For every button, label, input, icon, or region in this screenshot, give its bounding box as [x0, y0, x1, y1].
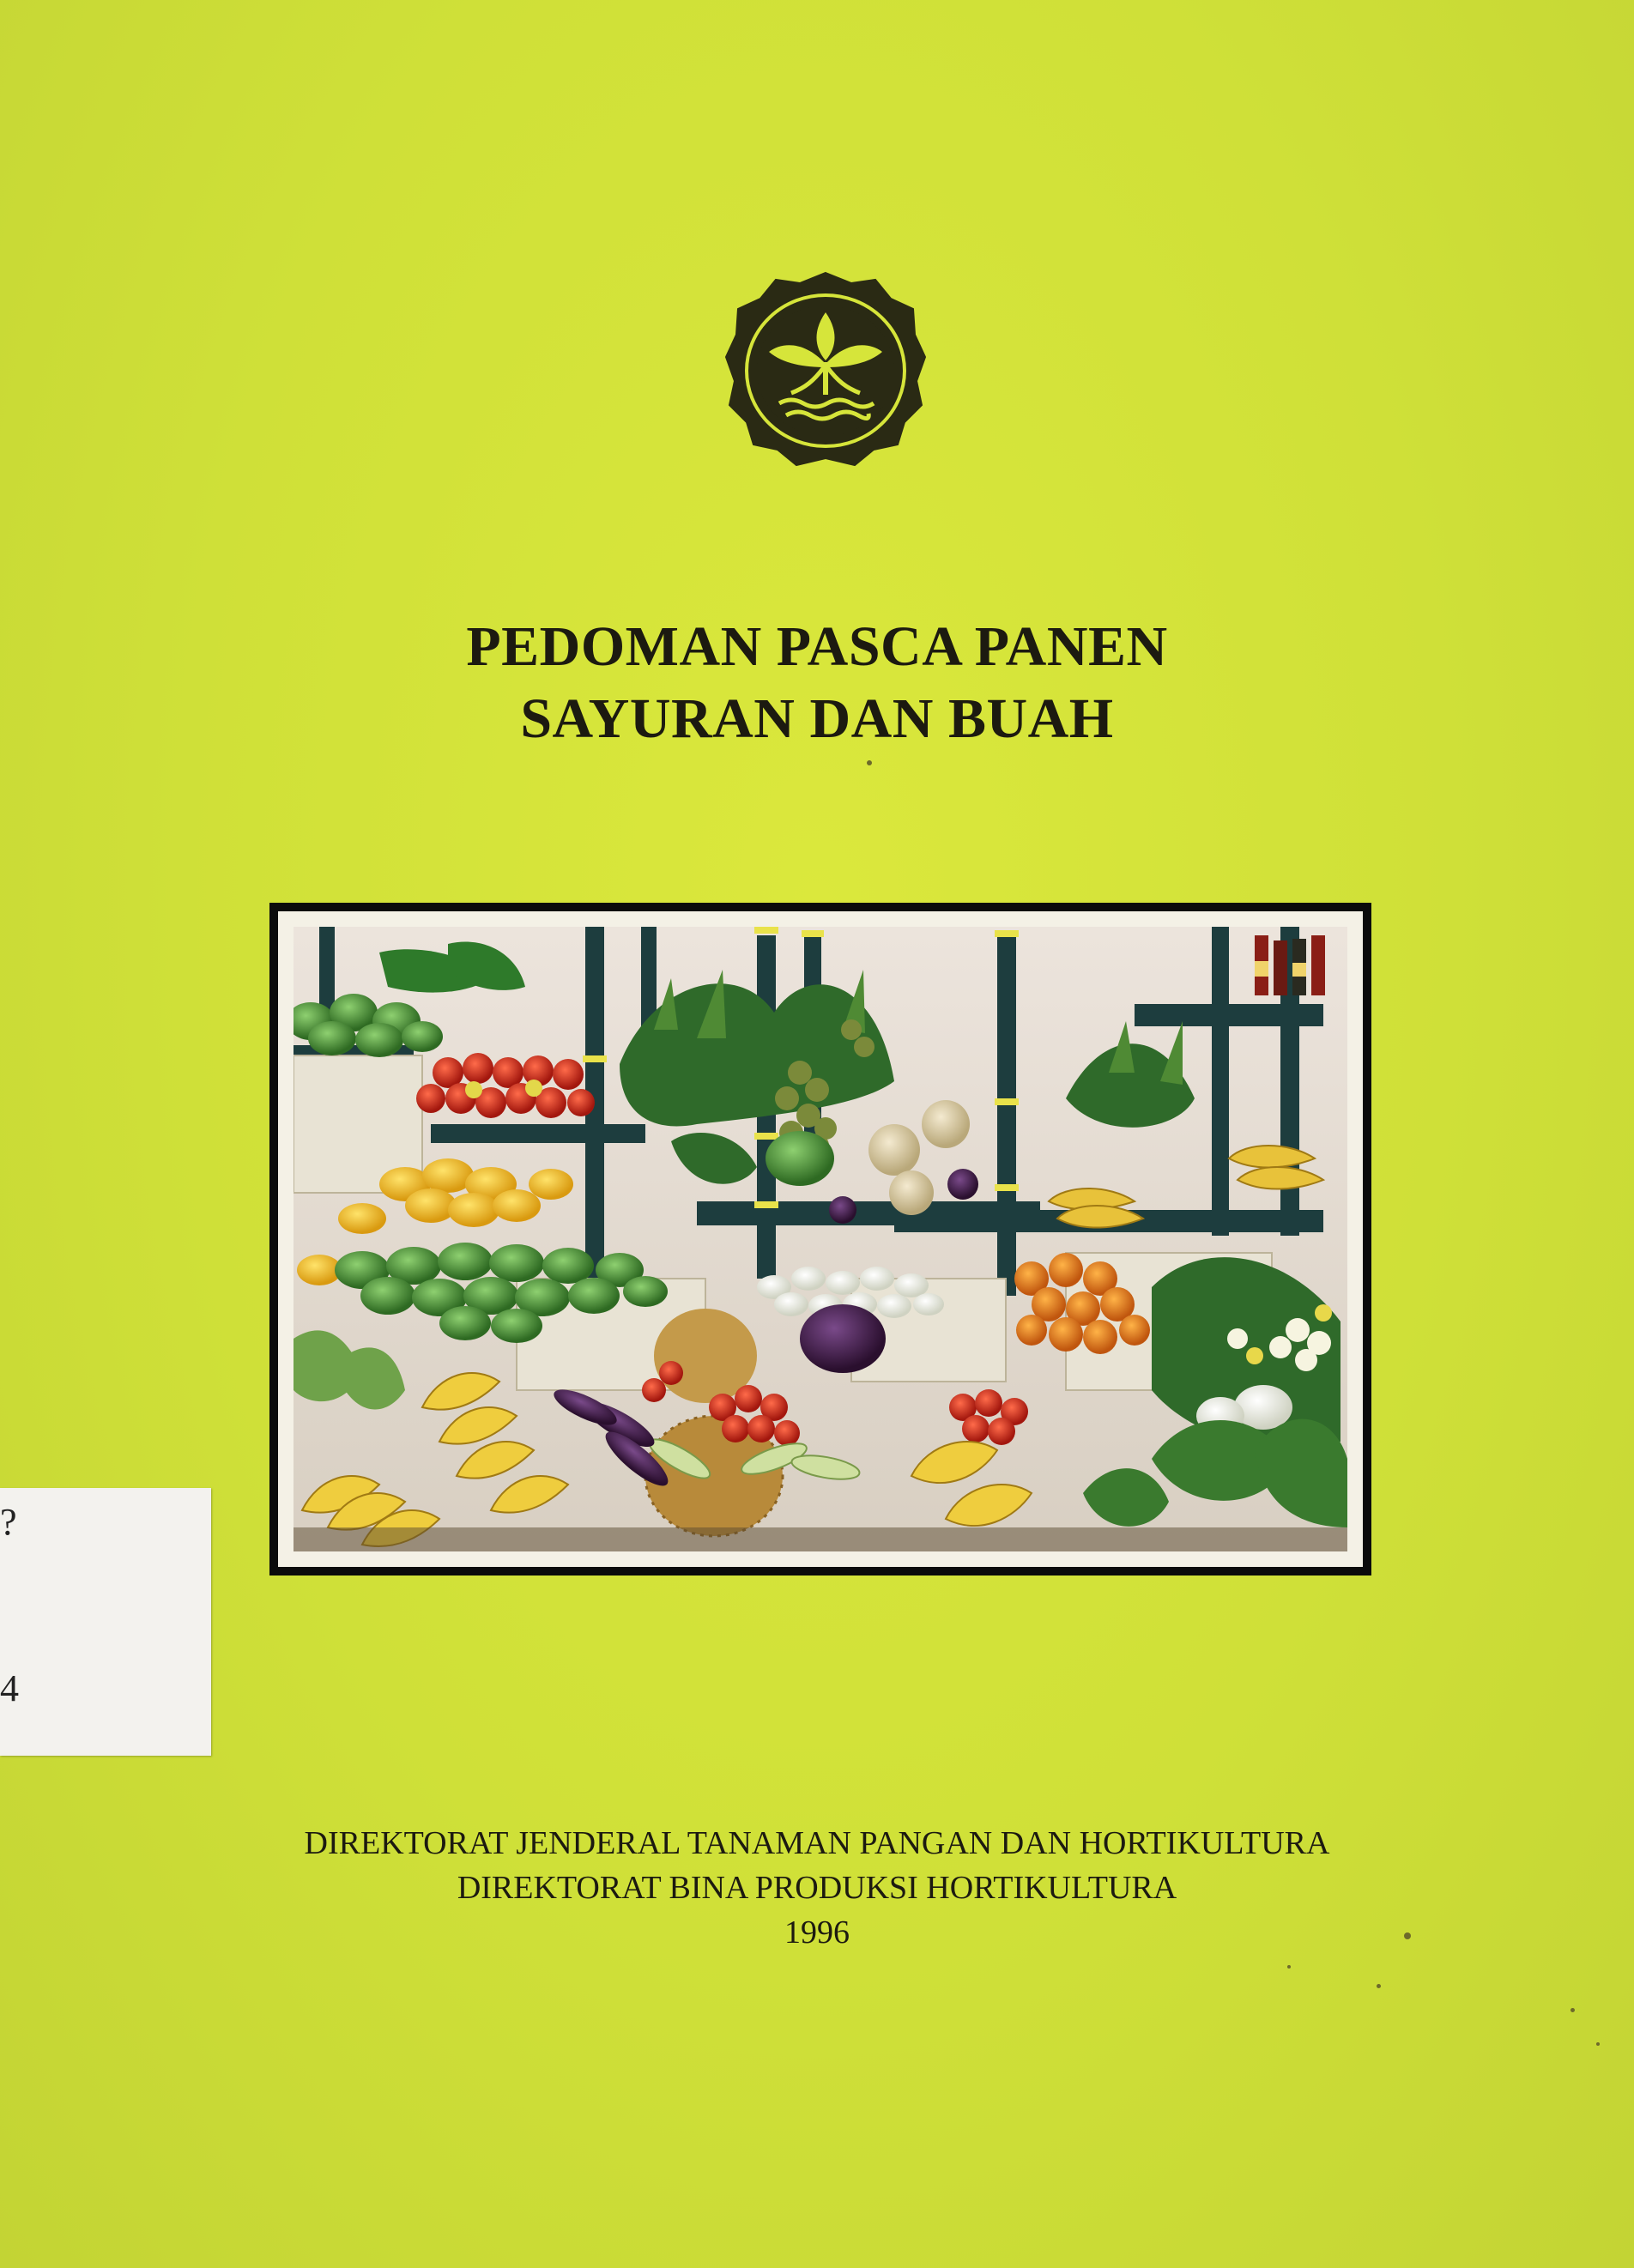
speck: [1570, 2008, 1575, 2012]
emblem-icon: [724, 271, 927, 467]
speck: [1377, 1984, 1381, 1988]
library-label-line-1: ?: [0, 1501, 17, 1543]
title-line-1: PEDOMAN PASCA PANEN: [466, 615, 1168, 678]
publisher-line-1: DIREKTORAT JENDERAL TANAMAN PANGAN DAN H…: [304, 1825, 1330, 1861]
speck: [1287, 1965, 1291, 1969]
speck: [1404, 1932, 1411, 1939]
speck: [867, 760, 872, 765]
publisher-block: DIREKTORAT JENDERAL TANAMAN PANGAN DAN H…: [0, 1821, 1634, 1955]
title-line-2: SAYURAN DAN BUAH: [520, 687, 1114, 750]
cover-title: PEDOMAN PASCA PANEN SAYURAN DAN BUAH: [0, 611, 1634, 755]
library-label-line-3: 4: [0, 1667, 19, 1709]
publisher-line-2: DIREKTORAT BINA PRODUKSI HORTIKULTURA: [457, 1870, 1177, 1906]
fruit-display-photo: [294, 927, 1347, 1551]
fruit-display-illustration: [294, 927, 1347, 1551]
book-cover: PEDOMAN PASCA PANEN SAYURAN DAN BUAH ? 4…: [0, 0, 1634, 2268]
speck: [1596, 2042, 1600, 2046]
library-label: ? 4: [0, 1488, 211, 1756]
photo-frame: [269, 903, 1371, 1576]
publication-year: 1996: [784, 1914, 850, 1950]
